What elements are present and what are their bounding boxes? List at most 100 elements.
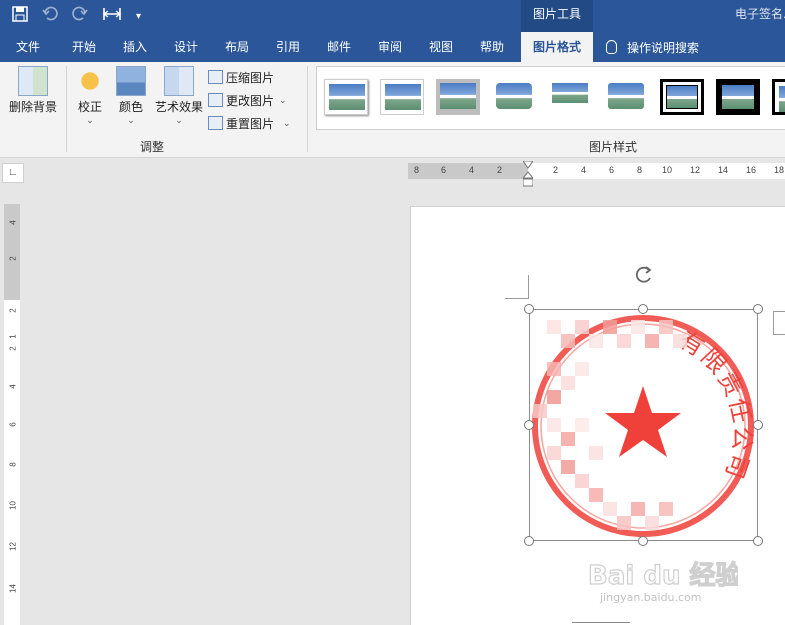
ruler-tick: 4 bbox=[8, 384, 18, 389]
corrections-button[interactable]: 校正 ⌄ bbox=[72, 66, 108, 125]
tab-help[interactable]: 帮助 bbox=[468, 32, 516, 62]
tab-selector[interactable]: ∟ bbox=[2, 163, 24, 183]
title-bar: ▾ 图片工具 电子签名. bbox=[0, 0, 785, 32]
tab-references[interactable]: 引用 bbox=[264, 32, 312, 62]
ruler-tick: 18 bbox=[774, 165, 785, 175]
chevron-down-icon: ⌄ bbox=[279, 94, 287, 105]
rotate-handle-icon[interactable] bbox=[633, 264, 655, 286]
ruler-tick: 4 bbox=[469, 165, 475, 175]
ruler-tick: 2 bbox=[8, 308, 18, 313]
chevron-down-icon: ⌄ bbox=[127, 115, 135, 125]
compress-pictures-button[interactable]: 压缩图片 bbox=[208, 67, 274, 87]
reset-picture-label: 重置图片 bbox=[226, 116, 275, 131]
picture-style-soft-frame[interactable] bbox=[380, 79, 424, 115]
tab-insert[interactable]: 插入 bbox=[111, 32, 159, 62]
chevron-down-icon: ⌄ bbox=[175, 115, 183, 125]
redo-icon[interactable] bbox=[72, 6, 88, 26]
tab-file[interactable]: 文件 bbox=[4, 32, 52, 62]
tab-picture-format[interactable]: 图片格式 bbox=[521, 32, 593, 62]
indent-marker[interactable] bbox=[523, 161, 533, 187]
color-button[interactable]: 颜色 ⌄ bbox=[113, 66, 149, 125]
picture-styles-gallery bbox=[316, 66, 785, 130]
artistic-effects-label: 艺术效果 bbox=[154, 100, 203, 114]
ruler-tick: 2 bbox=[8, 256, 18, 261]
resize-handle-top-left[interactable] bbox=[524, 304, 534, 314]
ruler-tick: 16 bbox=[746, 165, 757, 175]
vertical-ruler[interactable]: 4 2 2 1 2 4 6 8 10 12 14 bbox=[4, 204, 20, 625]
remove-background-label: 删除背景 bbox=[8, 100, 57, 114]
tab-home[interactable]: 开始 bbox=[60, 32, 108, 62]
picture-style-simple-frame[interactable] bbox=[324, 79, 368, 115]
tab-mailings[interactable]: 邮件 bbox=[315, 32, 363, 62]
reset-picture-button[interactable]: 重置图片 ⌄ bbox=[208, 113, 291, 133]
save-icon[interactable] bbox=[12, 6, 28, 26]
picture-style-thick-black[interactable] bbox=[716, 79, 760, 115]
tab-view[interactable]: 视图 bbox=[417, 32, 465, 62]
ruler-tick: 10 bbox=[662, 165, 673, 175]
remove-background-button[interactable]: 删除背景 bbox=[4, 66, 62, 115]
ribbon: 删除背景 校正 ⌄ 颜色 ⌄ 艺术效果 ⌄ 压缩图片 更改图片 ⌄ 重置图片 ⌄… bbox=[0, 62, 785, 158]
resize-handle-bottom-right[interactable] bbox=[753, 536, 763, 546]
ruler-tick: 6 bbox=[609, 165, 615, 175]
watermark-brand: Bai du 经验 bbox=[588, 560, 738, 591]
remove-background-icon bbox=[18, 66, 48, 96]
picture-style-reflected[interactable] bbox=[548, 79, 592, 115]
reset-picture-icon bbox=[208, 116, 223, 130]
tell-me-search[interactable]: 操作说明搜索 bbox=[606, 32, 699, 62]
ruler-tick: 4 bbox=[581, 165, 587, 175]
artistic-effects-button[interactable]: 艺术效果 ⌄ bbox=[153, 66, 205, 125]
picture-style-soft-edge[interactable] bbox=[604, 79, 648, 115]
change-picture-label: 更改图片 bbox=[226, 93, 275, 108]
picture-styles-group-label: 图片样式 bbox=[589, 140, 638, 154]
picture-tools-label: 图片工具 bbox=[521, 0, 593, 32]
ruler-tick: 8 bbox=[637, 165, 643, 175]
picture-style-thick-matte[interactable] bbox=[436, 79, 480, 115]
tab-review[interactable]: 审阅 bbox=[366, 32, 414, 62]
picture-style-double-frame[interactable] bbox=[660, 79, 704, 115]
adjust-group-label: 调整 bbox=[140, 140, 165, 154]
tab-design[interactable]: 设计 bbox=[162, 32, 210, 62]
resize-handle-bottom-left[interactable] bbox=[524, 536, 534, 546]
color-label: 颜色 bbox=[118, 100, 143, 114]
resize-handle-right[interactable] bbox=[753, 420, 763, 430]
ruler-tick: 6 bbox=[8, 422, 18, 427]
resize-handle-top-right[interactable] bbox=[753, 304, 763, 314]
change-picture-icon bbox=[208, 93, 223, 107]
selection-frame bbox=[529, 309, 758, 541]
horizontal-ruler[interactable]: 8 6 4 2 2 4 6 8 10 12 14 16 18 bbox=[408, 163, 785, 179]
margin-corner-mark bbox=[505, 275, 529, 299]
artistic-effects-icon bbox=[164, 66, 194, 96]
page-size-icon[interactable] bbox=[102, 6, 122, 26]
group-divider bbox=[66, 66, 67, 152]
resize-handle-bottom[interactable] bbox=[638, 536, 648, 546]
ruler-tick: 2 bbox=[553, 165, 559, 175]
tab-layout[interactable]: 布局 bbox=[213, 32, 261, 62]
lightbulb-icon bbox=[606, 40, 617, 54]
customize-toolbar-icon[interactable]: ▾ bbox=[136, 11, 141, 22]
sun-icon bbox=[75, 66, 105, 96]
compress-pictures-label: 压缩图片 bbox=[226, 70, 275, 85]
ruler-tick: 14 bbox=[8, 584, 18, 593]
picture-style-black-frame[interactable] bbox=[772, 79, 785, 115]
ruler-tick: 10 bbox=[8, 501, 18, 510]
undo-icon[interactable] bbox=[42, 6, 58, 26]
ruler-tick: 6 bbox=[441, 165, 447, 175]
ruler-tick: 2 bbox=[8, 346, 18, 351]
quick-access-toolbar: ▾ bbox=[12, 0, 141, 32]
document-title: 电子签名. bbox=[735, 7, 785, 21]
resize-handle-left[interactable] bbox=[524, 420, 534, 430]
watermark-url: jingyan.baidu.com bbox=[600, 591, 702, 604]
ruler-tick: 8 bbox=[414, 165, 420, 175]
ruler-tick: 14 bbox=[718, 165, 729, 175]
ruler-tick: 4 bbox=[8, 220, 18, 225]
picture-style-shadow-rect[interactable] bbox=[492, 79, 536, 115]
layout-options-button[interactable] bbox=[773, 311, 785, 335]
compress-icon bbox=[208, 70, 223, 84]
chevron-down-icon: ⌄ bbox=[86, 115, 94, 125]
change-picture-button[interactable]: 更改图片 ⌄ bbox=[208, 90, 287, 110]
ruler-tick: 12 bbox=[8, 542, 18, 551]
resize-handle-top[interactable] bbox=[638, 304, 648, 314]
color-icon bbox=[116, 66, 146, 96]
ruler-tick: 12 bbox=[690, 165, 701, 175]
ruler-tick: 8 bbox=[8, 462, 18, 467]
